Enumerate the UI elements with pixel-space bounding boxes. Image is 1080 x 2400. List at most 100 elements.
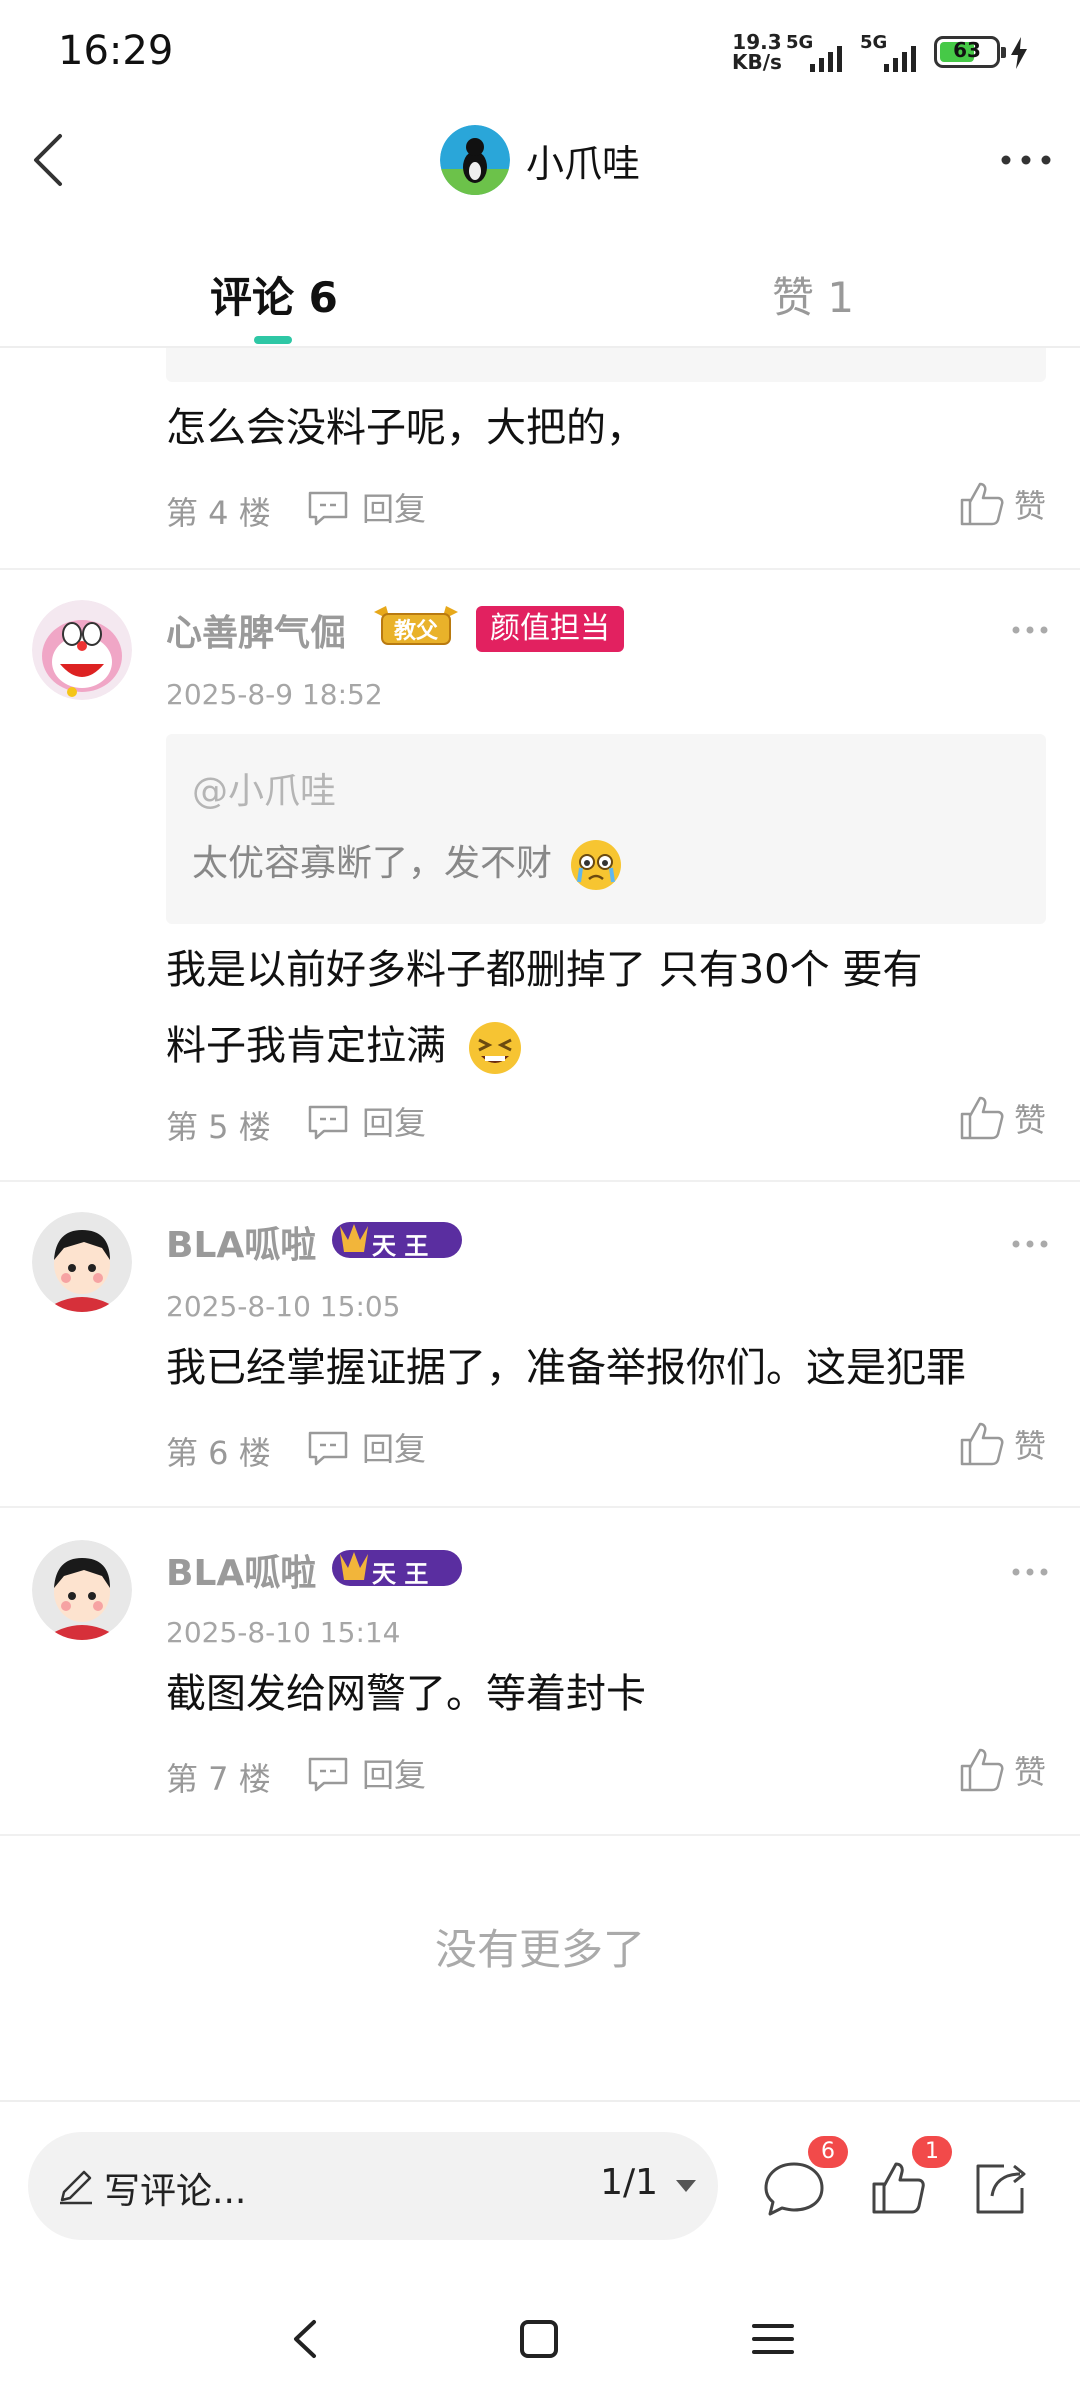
quote-text: 太优容寡断了，发不财 bbox=[192, 834, 623, 892]
chevron-left-icon bbox=[34, 134, 62, 186]
battery-icon: 63 bbox=[934, 36, 1006, 68]
back-button[interactable] bbox=[20, 128, 84, 192]
comment-actions: 第 7 楼 回复 赞 bbox=[166, 1748, 1046, 1798]
top-bar: 小爪哇 bbox=[0, 100, 1080, 220]
quote-mention[interactable]: @小爪哇 bbox=[192, 762, 336, 814]
reply-button[interactable]: 回复 bbox=[306, 482, 426, 532]
rank-badge-label: 天 王 bbox=[372, 1560, 429, 1588]
username[interactable]: 心善脾气倔 bbox=[166, 604, 346, 656]
bottom-action-bar: 写评论... 1/1 6 1 bbox=[0, 2100, 1080, 2280]
reply-button[interactable]: 回复 bbox=[306, 1096, 426, 1146]
pencil-icon bbox=[60, 2170, 92, 2205]
floor-number: 第 7 楼 bbox=[166, 1760, 271, 1798]
square-icon bbox=[520, 2320, 558, 2358]
title-badge: 教父 bbox=[370, 604, 462, 650]
reply-label: 回复 bbox=[362, 1756, 427, 1794]
network-speed-unit: KB/s bbox=[732, 50, 782, 74]
nav-menu-button[interactable] bbox=[738, 2304, 808, 2374]
share-icon bbox=[976, 2164, 1026, 2214]
like-label: 赞 bbox=[1013, 487, 1046, 525]
end-of-list-text: 没有更多了 bbox=[434, 1925, 645, 1974]
status-bar: 16:29 19.3 KB/s 5G 5G 63 bbox=[0, 0, 1080, 100]
tab-comments[interactable]: 评论 6 bbox=[210, 264, 338, 325]
thumbs-up-icon bbox=[960, 1096, 1004, 1140]
grinning-squint-icon bbox=[468, 1022, 521, 1074]
username[interactable]: BLA呱啦 bbox=[166, 1544, 316, 1596]
battery-percent: 63 bbox=[953, 38, 981, 62]
comment-date: 2025-8-10 15:14 bbox=[166, 1616, 401, 1649]
comment-text: 我已经掌握证据了，准备举报你们。这是犯罪 bbox=[166, 1345, 966, 1391]
like-button[interactable]: 赞 bbox=[958, 1416, 1046, 1472]
thumbs-up-icon bbox=[960, 1748, 1004, 1792]
thumbs-up-icon bbox=[960, 1422, 1004, 1466]
more-button[interactable] bbox=[996, 140, 1056, 180]
page-indicator[interactable]: 1/1 bbox=[600, 2162, 658, 2203]
tab-likes[interactable]: 赞 1 bbox=[772, 264, 854, 325]
reply-icon bbox=[308, 1757, 348, 1792]
avatar[interactable] bbox=[32, 1212, 132, 1312]
like-label: 赞 bbox=[1013, 1427, 1046, 1465]
tab-bar: 评论 6 赞 1 bbox=[0, 220, 1080, 348]
comment-text-line-1: 我是以前好多料子都删掉了 只有30个 要有 bbox=[166, 947, 923, 993]
reply-icon bbox=[308, 1431, 348, 1466]
reply-button[interactable]: 回复 bbox=[306, 1422, 426, 1472]
floor-number: 第 6 楼 bbox=[166, 1434, 271, 1472]
more-horizontal-icon[interactable] bbox=[1008, 1234, 1052, 1254]
rank-badge: 天 王 bbox=[330, 1546, 464, 1590]
reply-icon bbox=[308, 1105, 348, 1140]
more-horizontal-icon[interactable] bbox=[1008, 620, 1052, 640]
comment-actions: 第 5 楼 回复 赞 bbox=[166, 1096, 1046, 1146]
comment-date: 2025-8-9 18:52 bbox=[166, 678, 383, 711]
crying-face-icon bbox=[571, 840, 622, 890]
floor-number: 第 4 楼 bbox=[166, 494, 271, 532]
owner-avatar[interactable] bbox=[440, 125, 510, 195]
floor-number: 第 5 楼 bbox=[166, 1108, 271, 1146]
active-tab-indicator bbox=[254, 336, 292, 344]
comment-date: 2025-8-10 15:05 bbox=[166, 1290, 401, 1323]
title-badge-label: 教父 bbox=[393, 619, 438, 644]
avatar[interactable] bbox=[32, 1540, 132, 1640]
network-speed-value: 19.3 bbox=[732, 30, 782, 54]
username[interactable]: BLA呱啦 bbox=[166, 1216, 316, 1268]
nav-home-button[interactable] bbox=[504, 2304, 574, 2374]
like-button[interactable]: 赞 bbox=[958, 1742, 1046, 1798]
network-speed: 19.3 KB/s bbox=[732, 32, 782, 72]
like-button[interactable]: 赞 bbox=[958, 476, 1046, 532]
comment-text: 怎么会没料子呢，大把的， bbox=[166, 405, 646, 451]
reply-label: 回复 bbox=[362, 1430, 427, 1468]
avatar[interactable] bbox=[32, 600, 132, 700]
like-label: 赞 bbox=[1013, 1753, 1046, 1791]
like-label: 赞 bbox=[1013, 1101, 1046, 1139]
comment-input[interactable]: 写评论... 1/1 bbox=[28, 2132, 718, 2240]
status-badge: 颜值担当 bbox=[476, 606, 624, 652]
comment-placeholder: 写评论... bbox=[104, 2171, 247, 2212]
reply-icon bbox=[308, 491, 348, 526]
comment-text-line-2: 料子我肯定拉满 bbox=[166, 1008, 1046, 1084]
comment-actions: 第 6 楼 回复 赞 bbox=[166, 1422, 1046, 1472]
chevron-left-icon bbox=[294, 2320, 316, 2358]
reply-button[interactable]: 回复 bbox=[306, 1748, 426, 1798]
thumbs-up-icon bbox=[960, 482, 1004, 526]
menu-icon bbox=[752, 2324, 794, 2354]
nav-back-button[interactable] bbox=[270, 2304, 340, 2374]
like-button[interactable]: 赞 bbox=[958, 1090, 1046, 1146]
system-nav-bar bbox=[0, 2280, 1080, 2400]
cartoon-boy-avatar-icon bbox=[32, 1212, 132, 1312]
cartoon-boy-avatar-icon bbox=[32, 1540, 132, 1640]
owner-name: 小爪哇 bbox=[526, 141, 641, 186]
reply-label: 回复 bbox=[362, 490, 427, 528]
charging-icon bbox=[1011, 37, 1027, 69]
more-horizontal-icon bbox=[1001, 155, 1051, 165]
comment-actions: 第 4 楼 回复 赞 bbox=[166, 482, 1046, 532]
post-owner[interactable]: 小爪哇 bbox=[440, 124, 640, 196]
rank-badge: 天 王 bbox=[330, 1218, 464, 1262]
reply-label: 回复 bbox=[362, 1104, 427, 1142]
more-horizontal-icon[interactable] bbox=[1008, 1562, 1052, 1582]
comment-text: 我是以前好多料子都删掉了 只有30个 要有 料子我肯定拉满 bbox=[166, 932, 1046, 1084]
status-time: 16:29 bbox=[58, 28, 174, 74]
rank-badge-label: 天 王 bbox=[372, 1232, 429, 1260]
comment-count-badge: 6 bbox=[808, 2136, 848, 2168]
caret-down-icon[interactable] bbox=[674, 2178, 698, 2194]
comment-text: 截图发给网警了。等着封卡 bbox=[166, 1671, 646, 1717]
share-button[interactable] bbox=[964, 2152, 1036, 2224]
